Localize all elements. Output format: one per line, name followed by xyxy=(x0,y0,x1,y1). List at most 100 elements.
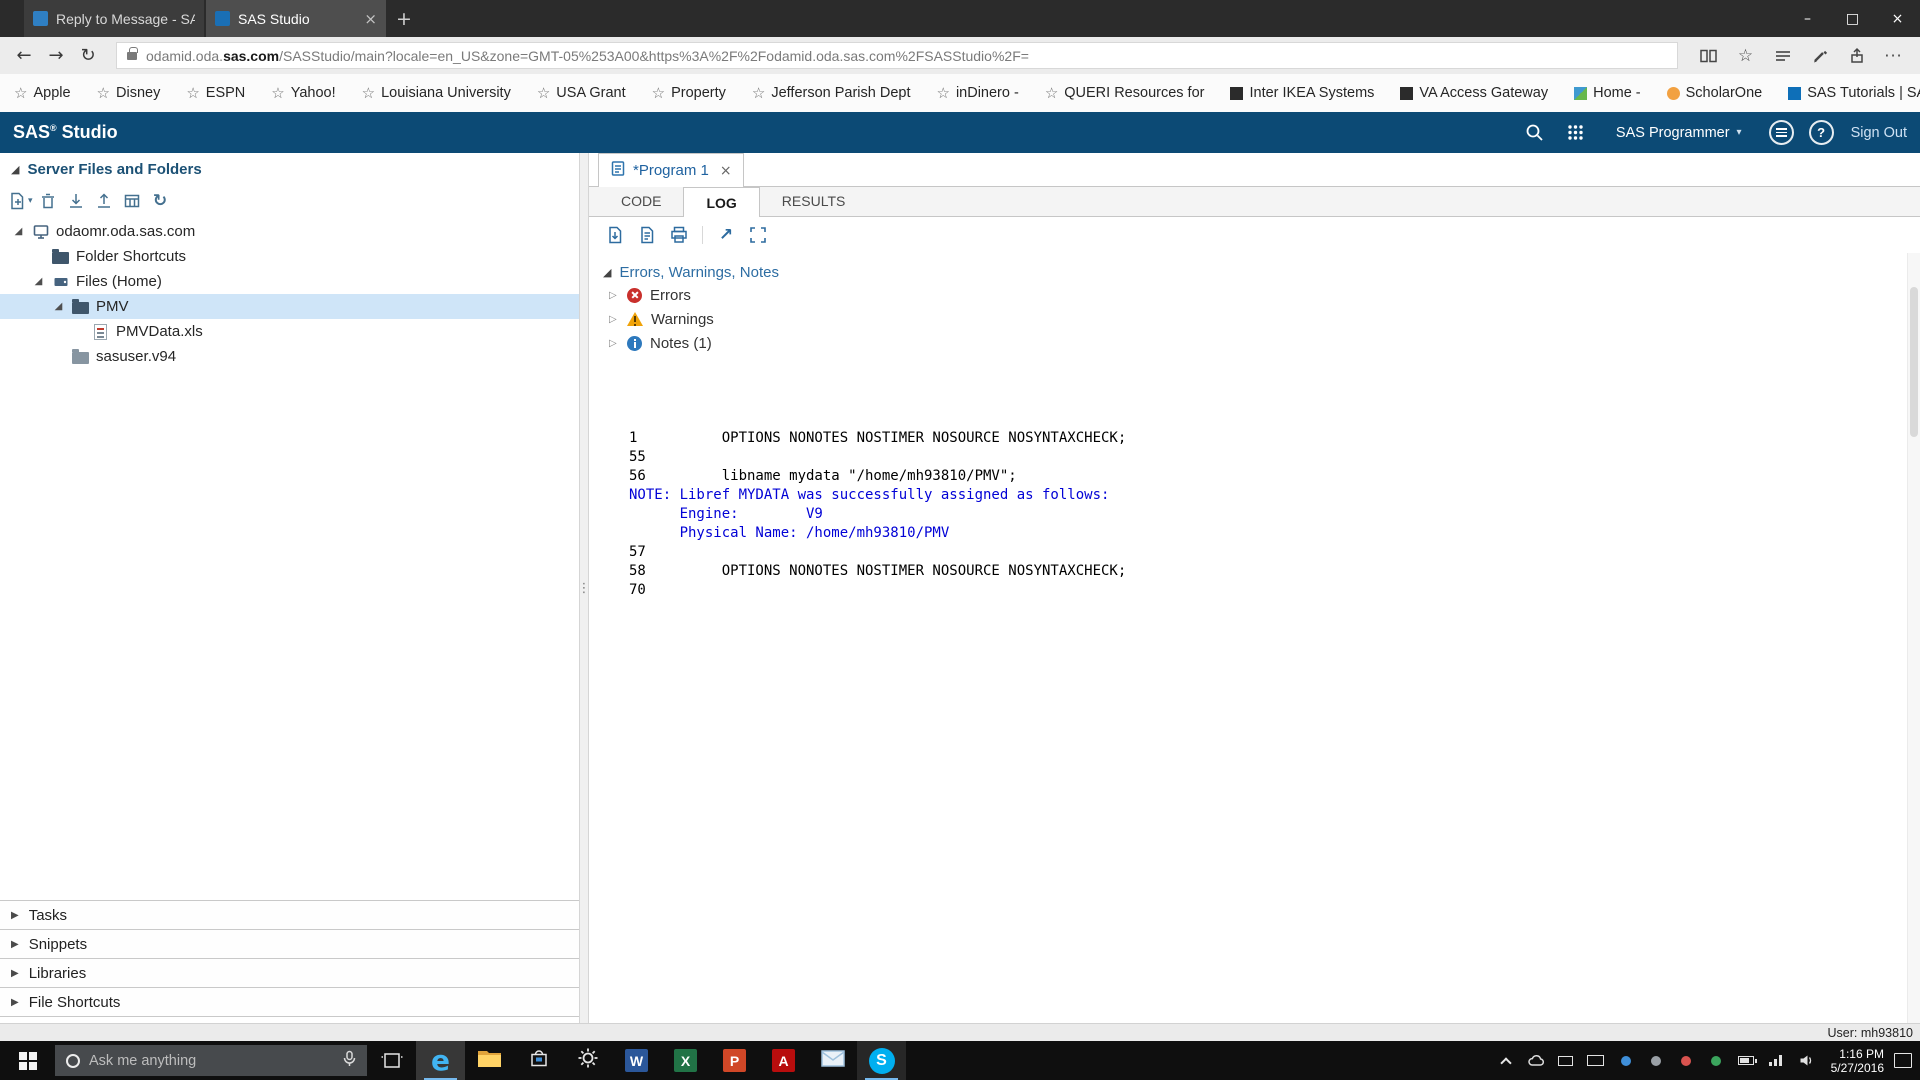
tree-node-folder-shortcuts[interactable]: Folder Shortcuts xyxy=(0,244,579,269)
apps-grid-icon[interactable] xyxy=(1563,120,1589,146)
taskbar-word-button[interactable]: W xyxy=(612,1041,661,1080)
tab-code[interactable]: CODE xyxy=(599,186,683,216)
task-view-button[interactable] xyxy=(367,1041,416,1080)
accordion-tasks[interactable]: ▶ Tasks xyxy=(0,900,579,929)
tray-network-icon[interactable] xyxy=(1761,1041,1791,1080)
tray-battery-icon[interactable] xyxy=(1731,1041,1761,1080)
new-tab-button[interactable]: + xyxy=(386,0,422,37)
program-tab-close-icon[interactable]: × xyxy=(720,163,732,179)
favorite-item[interactable]: ☆ESPN xyxy=(186,84,245,102)
expanded-icon[interactable]: ◢ xyxy=(12,226,25,237)
collapsed-icon[interactable]: ▷ xyxy=(609,290,619,301)
accordion-file-shortcuts[interactable]: ▶ File Shortcuts xyxy=(0,987,579,1016)
vertical-scrollbar[interactable] xyxy=(1907,253,1920,1023)
tray-keyboard-icon[interactable] xyxy=(1581,1041,1611,1080)
expanded-icon[interactable]: ◢ xyxy=(52,301,65,312)
favorite-item[interactable]: ☆Apple xyxy=(14,84,71,102)
favorite-item[interactable]: ☆inDinero - xyxy=(937,84,1019,102)
download-button[interactable] xyxy=(64,188,89,214)
properties-table-button[interactable] xyxy=(120,188,145,214)
browser-tab-sas-studio[interactable]: SAS Studio × xyxy=(206,0,386,37)
print-button[interactable] xyxy=(665,221,693,249)
role-dropdown[interactable]: SAS Programmer ▾ xyxy=(1616,125,1742,141)
upload-button[interactable] xyxy=(92,188,117,214)
more-actions-icon[interactable]: ··· xyxy=(1875,40,1912,72)
favorite-item[interactable]: ☆Jefferson Parish Dept xyxy=(752,84,911,102)
collapsed-icon[interactable]: ▷ xyxy=(609,314,619,325)
favorite-item[interactable]: ☆Yahoo! xyxy=(271,84,335,102)
ewn-header[interactable]: ◢ Errors, Warnings, Notes xyxy=(603,261,1920,283)
tray-status-icon[interactable] xyxy=(1701,1041,1731,1080)
microphone-icon[interactable] xyxy=(343,1050,356,1072)
taskbar-settings-button[interactable] xyxy=(563,1041,612,1080)
log-notes-item[interactable]: ▷ Notes (1) xyxy=(603,331,1920,355)
favorite-item[interactable]: ☆USA Grant xyxy=(537,84,626,102)
favorite-item[interactable]: ☆Property xyxy=(652,84,726,102)
program-tab[interactable]: *Program 1 × xyxy=(598,153,744,187)
accordion-snippets[interactable]: ▶ Snippets xyxy=(0,929,579,958)
tab-results[interactable]: RESULTS xyxy=(760,186,868,216)
url-field[interactable]: odamid.oda.sas.com/SASStudio/main?locale… xyxy=(116,42,1678,69)
favorite-item[interactable]: ☆QUERI Resources for xyxy=(1045,84,1205,102)
pane-splitter[interactable]: ⋮ xyxy=(579,153,589,1023)
browser-tab-mail[interactable]: Reply to Message - SAS Sup xyxy=(24,0,204,37)
search-icon[interactable] xyxy=(1522,120,1548,146)
accordion-libraries[interactable]: ▶ Libraries xyxy=(0,958,579,987)
tree-node-pmvdata-xls[interactable]: PMVData.xls xyxy=(0,319,579,344)
search-input[interactable] xyxy=(89,1053,334,1069)
view-log-summary-button[interactable] xyxy=(633,221,661,249)
log-errors-item[interactable]: ▷ Errors xyxy=(603,283,1920,307)
refresh-button[interactable]: ↻ xyxy=(72,40,104,72)
taskbar-acrobat-button[interactable]: A xyxy=(759,1041,808,1080)
sign-out-link[interactable]: Sign Out xyxy=(1851,125,1907,141)
taskbar-file-explorer-button[interactable] xyxy=(465,1041,514,1080)
tray-status-icon[interactable] xyxy=(1641,1041,1671,1080)
refresh-button[interactable]: ↻ xyxy=(148,188,173,214)
log-warnings-item[interactable]: ▷ Warnings xyxy=(603,307,1920,331)
taskbar-skype-button[interactable]: S xyxy=(857,1041,906,1080)
favorite-item[interactable]: ☆Louisiana University xyxy=(362,84,511,102)
favorite-item[interactable]: Inter IKEA Systems xyxy=(1230,85,1374,101)
help-icon[interactable]: ? xyxy=(1809,120,1834,145)
tray-volume-icon[interactable] xyxy=(1791,1041,1821,1080)
favorite-item[interactable]: VA Access Gateway xyxy=(1400,85,1548,101)
tab-close-icon[interactable]: × xyxy=(364,10,377,28)
window-minimize-button[interactable]: – xyxy=(1785,0,1830,37)
share-icon[interactable] xyxy=(1838,40,1875,72)
open-in-new-window-icon[interactable]: ↗ xyxy=(712,221,740,249)
tree-node-sasuser[interactable]: sasuser.v94 xyxy=(0,344,579,369)
favorite-item[interactable]: ScholarOne xyxy=(1667,85,1763,101)
tree-node-files-home[interactable]: ◢ Files (Home) xyxy=(0,269,579,294)
scrollbar-thumb[interactable] xyxy=(1910,287,1918,437)
action-center-icon[interactable] xyxy=(1894,1041,1920,1080)
tray-status-icon[interactable] xyxy=(1611,1041,1641,1080)
new-item-button[interactable]: ▾ xyxy=(7,188,33,214)
taskbar-powerpoint-button[interactable]: P xyxy=(710,1041,759,1080)
favorite-item[interactable]: Home - xyxy=(1574,85,1641,101)
window-close-button[interactable]: × xyxy=(1875,0,1920,37)
taskbar-clock[interactable]: 1:16 PM 5/27/2016 xyxy=(1821,1041,1894,1080)
tree-node-pmv[interactable]: ◢ PMV xyxy=(0,294,579,319)
expanded-icon[interactable]: ◢ xyxy=(32,276,45,287)
taskbar-store-button[interactable] xyxy=(514,1041,563,1080)
favorite-item[interactable]: SAS Tutorials | SAS xyxy=(1788,85,1920,101)
collapsed-icon[interactable]: ▷ xyxy=(609,338,619,349)
menu-icon[interactable] xyxy=(1769,120,1794,145)
tab-log[interactable]: LOG xyxy=(683,187,759,217)
tray-display-icon[interactable] xyxy=(1551,1041,1581,1080)
window-maximize-button[interactable]: □ xyxy=(1830,0,1875,37)
tree-node-server[interactable]: ◢ odaomr.oda.sas.com xyxy=(0,219,579,244)
server-files-section-header[interactable]: ◢ Server Files and Folders xyxy=(0,153,579,186)
taskbar-excel-button[interactable]: X xyxy=(661,1041,710,1080)
download-log-button[interactable] xyxy=(601,221,629,249)
start-button[interactable] xyxy=(0,1041,55,1080)
reading-view-icon[interactable] xyxy=(1690,40,1727,72)
tray-cloud-icon[interactable] xyxy=(1521,1041,1551,1080)
favorite-star-icon[interactable]: ☆ xyxy=(1727,40,1764,72)
maximize-view-button[interactable] xyxy=(744,221,772,249)
forward-button[interactable]: → xyxy=(40,40,72,72)
delete-button[interactable] xyxy=(36,188,61,214)
cortana-search-box[interactable] xyxy=(55,1045,367,1076)
taskbar-edge-button[interactable]: e xyxy=(416,1041,465,1080)
web-note-pen-icon[interactable] xyxy=(1801,40,1838,72)
